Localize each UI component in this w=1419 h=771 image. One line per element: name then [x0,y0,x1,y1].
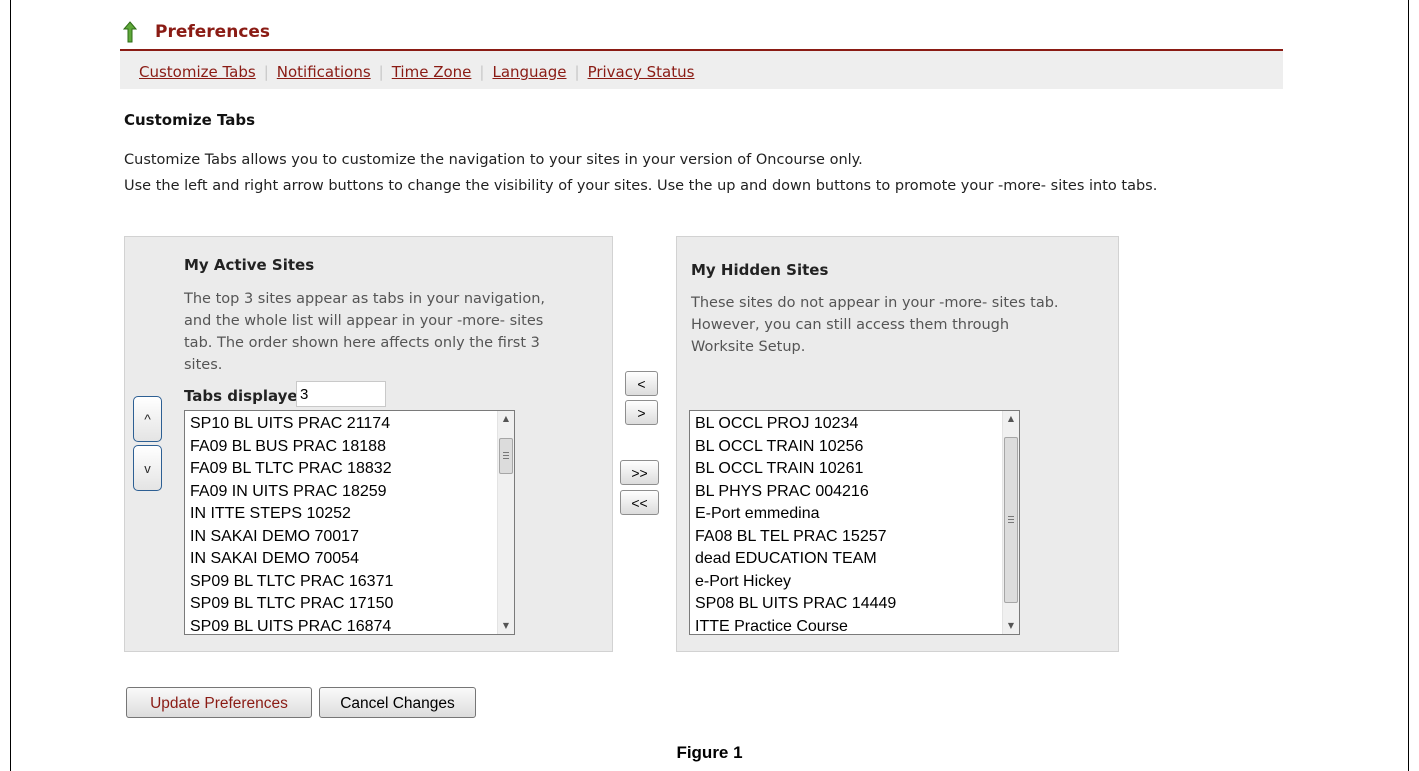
page-title: Preferences [155,22,271,42]
scroll-down-arrow-icon[interactable]: ▼ [498,618,514,634]
nav-separator: | [574,63,580,81]
hidden-desc-line: Worksite Setup. [691,339,806,355]
active-desc-line: sites. [184,357,223,373]
nav-link-language[interactable]: Language [492,63,566,81]
hidden-list-scrollbar[interactable]: ▲ ▼ [1002,411,1019,634]
active-sites-description: The top 3 sites appear as tabs in your n… [184,288,545,376]
section-title: Customize Tabs [124,111,256,129]
figure-border-right [1408,0,1409,771]
hidden-site-item[interactable]: BL OCCL TRAIN 10256 [695,436,896,459]
hidden-site-item[interactable]: e-Port Hickey [695,571,896,594]
active-desc-line: The top 3 sites appear as tabs in your n… [184,291,545,307]
active-list-scrollbar[interactable]: ▲ ▼ [497,411,514,634]
move-up-button[interactable]: ^ [133,396,162,442]
tabs-displayed-input[interactable] [296,381,386,407]
scroll-up-arrow-icon[interactable]: ▲ [498,411,514,427]
active-sites-list[interactable]: SP10 BL UITS PRAC 21174 FA09 BL BUS PRAC… [184,410,515,635]
tool-title-bar: Preferences [120,15,1283,51]
hidden-desc-line: These sites do not appear in your -more-… [691,295,1059,311]
hidden-sites-list[interactable]: BL OCCL PROJ 10234 BL OCCL TRAIN 10256 B… [689,410,1020,635]
figure-caption: Figure 1 [676,743,743,762]
active-site-item[interactable]: IN SAKAI DEMO 70017 [190,526,393,549]
hidden-site-item[interactable]: BL OCCL PROJ 10234 [695,413,896,436]
show-all-button[interactable]: << [620,490,659,515]
nav-separator: | [263,63,269,81]
show-site-button[interactable]: < [625,371,658,396]
intro-line-1: Customize Tabs allows you to customize t… [124,152,863,168]
active-site-item[interactable]: FA09 BL TLTC PRAC 18832 [190,458,393,481]
scroll-down-arrow-icon[interactable]: ▼ [1003,618,1019,634]
hidden-site-item[interactable]: BL OCCL TRAIN 10261 [695,458,896,481]
tabs-displayed-label: Tabs displayed: [184,387,315,405]
active-sites-title: My Active Sites [184,256,315,274]
up-arrow-icon [123,21,137,43]
preferences-nav: Customize Tabs | Notifications | Time Zone | L… [120,51,1283,89]
hidden-site-item[interactable]: FA08 BL TEL PRAC 15257 [695,526,896,549]
active-site-item[interactable]: SP09 BL UITS PRAC 16874 [190,616,393,635]
scrollbar-thumb[interactable] [1004,437,1018,603]
nav-link-privacy-status[interactable]: Privacy Status [588,63,695,81]
update-preferences-button[interactable]: Update Preferences [126,687,312,718]
hidden-sites-title: My Hidden Sites [691,261,829,279]
figure-border-left [10,0,11,771]
active-desc-line: tab. The order shown here affects only t… [184,335,540,351]
active-site-item[interactable]: IN ITTE STEPS 10252 [190,503,393,526]
cancel-changes-button[interactable]: Cancel Changes [319,687,476,718]
nav-link-time-zone[interactable]: Time Zone [392,63,472,81]
nav-link-notifications[interactable]: Notifications [277,63,371,81]
hidden-site-item[interactable]: dead EDUCATION TEAM [695,548,896,571]
hidden-site-item[interactable]: SP08 BL UITS PRAC 14449 [695,593,896,616]
active-site-item[interactable]: SP09 BL TLTC PRAC 16371 [190,571,393,594]
hide-all-button[interactable]: >> [620,460,659,485]
nav-separator: | [378,63,384,81]
scroll-up-arrow-icon[interactable]: ▲ [1003,411,1019,427]
active-site-item[interactable]: SP09 BL TLTC PRAC 17150 [190,593,393,616]
nav-separator: | [479,63,485,81]
active-site-item[interactable]: SP10 BL UITS PRAC 21174 [190,413,393,436]
hidden-sites-description: These sites do not appear in your -more-… [691,292,1059,358]
intro-line-2: Use the left and right arrow buttons to … [124,178,1158,194]
active-site-item[interactable]: FA09 IN UITS PRAC 18259 [190,481,393,504]
active-site-item[interactable]: FA09 BL BUS PRAC 18188 [190,436,393,459]
active-desc-line: and the whole list will appear in your -… [184,313,544,329]
hidden-site-item[interactable]: ITTE Practice Course [695,616,896,635]
active-site-item[interactable]: IN SAKAI DEMO 70054 [190,548,393,571]
hidden-desc-line: However, you can still access them throu… [691,317,1010,333]
hide-site-button[interactable]: > [625,400,658,425]
nav-link-customize-tabs[interactable]: Customize Tabs [139,63,256,81]
scrollbar-thumb[interactable] [499,438,513,474]
move-down-button[interactable]: v [133,445,162,491]
hidden-site-item[interactable]: E-Port emmedina [695,503,896,526]
hidden-site-item[interactable]: BL PHYS PRAC 004216 [695,481,896,504]
